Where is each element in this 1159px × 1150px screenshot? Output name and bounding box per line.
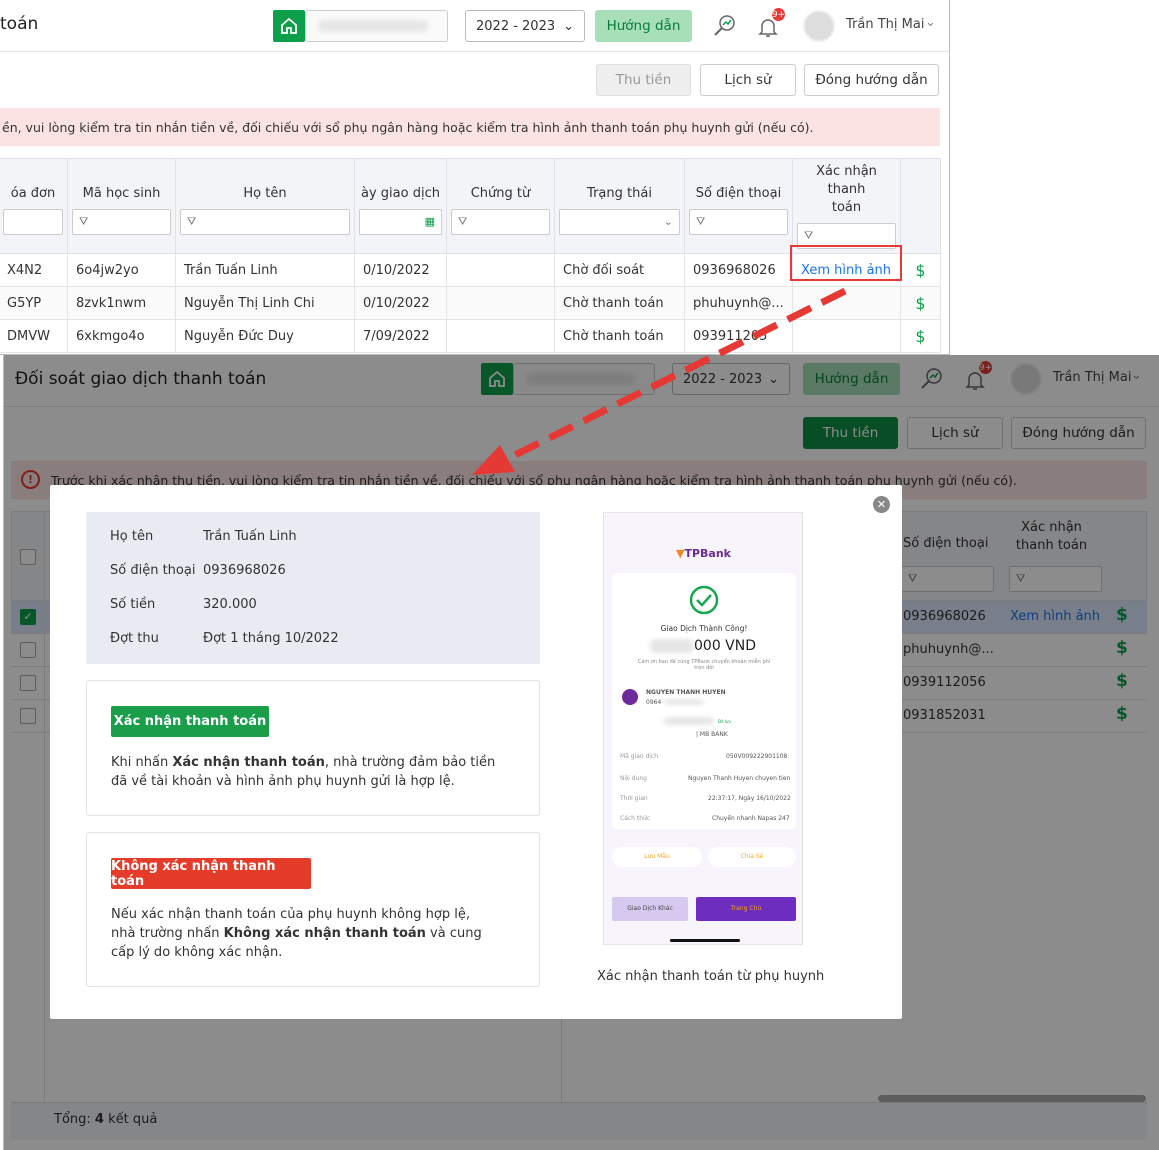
confirm-description: Khi nhấn Xác nhận thanh toán, nhà trường…	[111, 755, 496, 789]
notification-badge: 9+	[770, 6, 787, 23]
alert-message: ền, vui lòng kiểm tra tin nhắn tiền về, …	[0, 108, 940, 146]
column-header: ày giao dịch ▦	[354, 158, 447, 254]
reject-card: Không xác nhận thanh toán Nếu xác nhận t…	[86, 832, 540, 987]
filter-icon[interactable]: ⛛	[689, 209, 788, 235]
filter-icon[interactable]: ⛛	[180, 209, 350, 235]
payment-amount: 320.000	[203, 597, 257, 612]
highlight-box	[790, 245, 902, 281]
payer-phone: 0936968026	[203, 563, 286, 578]
year-value: 2022 - 2023	[476, 18, 556, 34]
column-header: Chứng từ ⛛	[446, 158, 555, 254]
success-check-icon	[689, 585, 719, 615]
reject-description: Nếu xác nhận thanh toán của phụ huynh kh…	[111, 907, 482, 960]
close-icon[interactable]: ✕	[873, 496, 890, 513]
top-screenshot: toán 2022 - 2023 ⌄ Hướng dẫn 9+ Trần Thị …	[0, 0, 950, 355]
guide-button[interactable]: Hướng dẫn	[595, 10, 692, 42]
table-row[interactable]: DMVW 6xkmgo4o Nguyễn Đức Duy 7/09/2022 Chờ t…	[0, 319, 941, 353]
home-button[interactable]	[273, 10, 305, 42]
payment-receipt-image[interactable]: ▼TPBank Giao Dịch Thành Công! 000 VND Cả…	[603, 512, 803, 945]
school-select[interactable]	[305, 10, 448, 42]
column-header: Trạng thái ⌄	[554, 158, 685, 254]
payment-confirm-modal: ✕ Họ tên Trần Tuấn Linh Số điện thoại 09…	[50, 485, 902, 1019]
money-bag-icon[interactable]: $	[900, 286, 941, 320]
image-caption: Xác nhận thanh toán từ phụ huynh	[597, 969, 825, 984]
reject-payment-button[interactable]: Không xác nhận thanh toán	[111, 858, 311, 889]
column-header: Mã học sinh ⛛	[67, 158, 176, 254]
page-title: toán	[0, 14, 39, 34]
chevron-down-icon: ⌄	[563, 18, 574, 34]
home-icon	[281, 17, 297, 34]
history-button[interactable]: Lịch sử	[700, 64, 796, 96]
column-header: Họ tên ⛛	[175, 158, 355, 254]
collect-button[interactable]: Thu tiền	[596, 64, 691, 96]
chevron-down-icon[interactable]: ⌄	[925, 15, 936, 30]
column-header: Số điện thoại ⛛	[684, 158, 793, 254]
filter-icon[interactable]: ⛛	[451, 209, 550, 235]
user-name[interactable]: Trần Thị Mai	[846, 17, 924, 32]
close-guide-button[interactable]: Đóng hướng dẫn	[804, 64, 939, 96]
filter-icon[interactable]: ⛛	[72, 209, 171, 235]
avatar[interactable]	[803, 10, 835, 42]
payment-period: Đợt 1 tháng 10/2022	[203, 631, 339, 646]
money-bag-icon[interactable]: $	[900, 319, 941, 353]
bank-logo: ▼TPBank	[676, 547, 731, 560]
year-select[interactable]: 2022 - 2023 ⌄	[465, 10, 585, 42]
column-header: Xác nhận thanh toán ⛛	[792, 158, 901, 254]
payer-name: Trần Tuấn Linh	[203, 529, 297, 544]
calendar-icon[interactable]: ▦	[359, 209, 442, 235]
search-trend-icon[interactable]	[710, 10, 740, 40]
money-bag-icon[interactable]: $	[900, 253, 941, 287]
column-header: óa đơn	[0, 158, 68, 254]
confirm-payment-button[interactable]: Xác nhận thanh toán	[111, 706, 269, 737]
confirm-card: Xác nhận thanh toán Khi nhấn Xác nhận th…	[86, 680, 540, 816]
payment-info-panel: Họ tên Trần Tuấn Linh Số điện thoại 0936…	[86, 512, 540, 664]
table-row[interactable]: G5YP 8zvk1nwm Nguyễn Thị Linh Chi 0/10/2022…	[0, 286, 941, 320]
chevron-down-icon[interactable]: ⌄	[559, 209, 680, 235]
